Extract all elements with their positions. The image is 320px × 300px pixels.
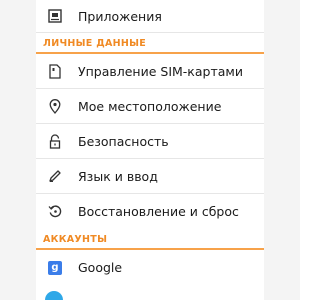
settings-item-apps[interactable]: Приложения	[36, 0, 264, 33]
account-icon-partial[interactable]	[45, 291, 63, 300]
settings-item-google-account[interactable]: g Google	[36, 250, 264, 285]
settings-item-security[interactable]: Безопасность	[36, 124, 264, 159]
left-edge	[0, 0, 36, 300]
settings-item-location[interactable]: Мое местоположение	[36, 89, 264, 124]
settings-item-language-input[interactable]: Язык и ввод	[36, 159, 264, 194]
google-icon-glyph: g	[48, 260, 62, 275]
lock-icon	[47, 133, 63, 149]
right-edge	[264, 0, 300, 300]
settings-item-apps-label: Приложения	[78, 8, 162, 24]
settings-item-backup-reset-label: Восстановление и сброс	[78, 204, 239, 219]
sim-card-icon	[47, 63, 63, 79]
settings-item-location-label: Мое местоположение	[78, 98, 222, 114]
restore-icon	[47, 204, 63, 220]
google-icon: g	[47, 260, 63, 276]
settings-screen: Приложения ЛИЧНЫЕ ДАННЫЕ Управление SIM-…	[0, 0, 300, 300]
section-header-personal: ЛИЧНЫЕ ДАННЫЕ	[36, 33, 264, 54]
settings-item-language-input-label: Язык и ввод	[78, 168, 158, 184]
settings-list: Приложения ЛИЧНЫЕ ДАННЫЕ Управление SIM-…	[36, 0, 264, 300]
section-personal-label: ЛИЧНЫЕ ДАННЫЕ	[43, 38, 147, 49]
settings-item-security-label: Безопасность	[78, 133, 169, 149]
section-header-accounts: АККАУНТЫ	[36, 229, 264, 250]
section-accounts-label: АККАУНТЫ	[43, 234, 108, 245]
settings-item-google-label: Google	[78, 260, 123, 275]
settings-item-sim-cards[interactable]: Управление SIM-картами	[36, 54, 264, 89]
apps-icon	[47, 8, 63, 24]
pencil-icon	[47, 168, 63, 184]
settings-item-backup-reset[interactable]: Восстановление и сброс	[36, 194, 264, 229]
settings-item-sim-cards-label: Управление SIM-картами	[78, 63, 243, 79]
location-pin-icon	[47, 98, 63, 114]
